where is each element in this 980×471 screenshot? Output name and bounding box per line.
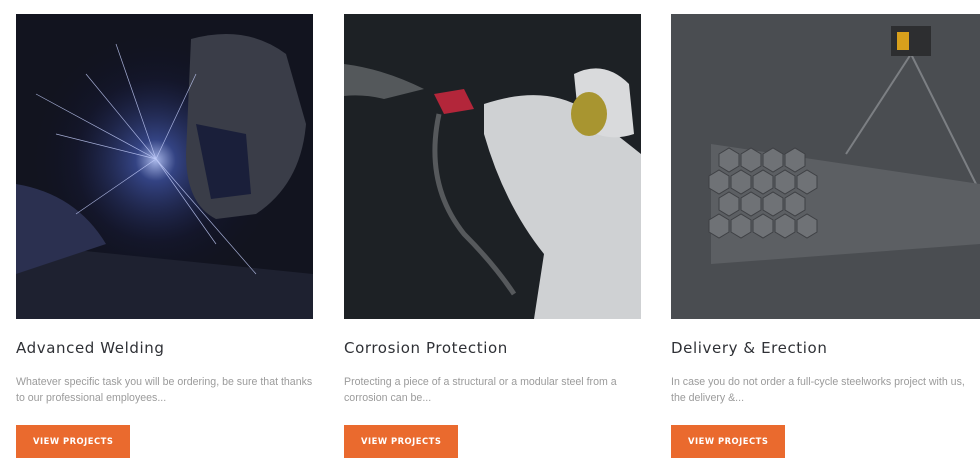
corrosion-image[interactable]	[344, 14, 641, 319]
card-title[interactable]: Corrosion Protection	[344, 339, 641, 363]
card-title[interactable]: Advanced Welding	[16, 339, 313, 363]
spray-painting-photo	[344, 14, 641, 319]
view-projects-button[interactable]: VIEW PROJECTS	[344, 425, 459, 458]
service-card-welding: Advanced Welding Whatever specific task …	[16, 14, 313, 458]
service-card-corrosion: Corrosion Protection Protecting a piece …	[344, 14, 641, 458]
welding-photo	[16, 14, 313, 319]
card-description: Protecting a piece of a structural or a …	[344, 376, 617, 404]
card-description: In case you do not order a full-cycle st…	[671, 376, 965, 404]
card-title[interactable]: Delivery & Erection	[671, 339, 980, 363]
card-description: Whatever specific task you will be order…	[16, 376, 313, 404]
service-card-delivery: Delivery & Erection In case you do not o…	[671, 14, 980, 458]
welding-image[interactable]	[16, 14, 313, 319]
view-projects-button[interactable]: VIEW PROJECTS	[671, 425, 786, 458]
delivery-image[interactable]	[671, 14, 980, 319]
steel-beams-crane-photo	[671, 14, 980, 319]
view-projects-button[interactable]: VIEW PROJECTS	[16, 425, 131, 458]
